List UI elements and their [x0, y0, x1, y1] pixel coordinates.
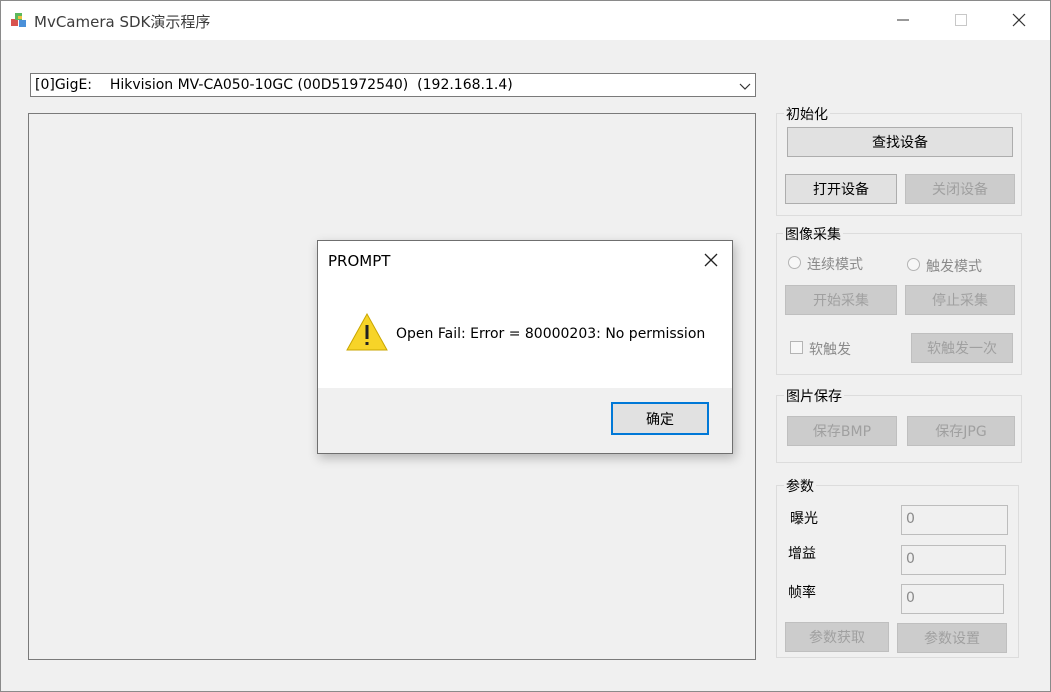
- capture-group: 图像采集 连续模式 触发模式 开始采集 停止采集 软触发 软触发一次: [776, 224, 1022, 375]
- maximize-icon: [955, 14, 967, 26]
- minimize-icon: [897, 19, 909, 21]
- warning-icon: [346, 312, 388, 351]
- save-jpg-button[interactable]: 保存JPG: [907, 416, 1015, 446]
- device-select[interactable]: [0]GigE: Hikvision MV-CA050-10GC (00D519…: [30, 73, 756, 97]
- params-group: 参数 曝光 0 增益 0 帧率 0 参数获取 参数设置: [776, 476, 1019, 658]
- soft-trigger-once-button[interactable]: 软触发一次: [911, 333, 1013, 363]
- close-icon: [704, 253, 718, 267]
- title-bar: MvCamera SDK演示程序: [0, 0, 1051, 40]
- init-group: 初始化 查找设备 打开设备 关闭设备: [776, 104, 1022, 216]
- minimize-button[interactable]: [880, 0, 926, 40]
- get-params-button[interactable]: 参数获取: [785, 622, 889, 652]
- exposure-label: 曝光: [790, 511, 818, 527]
- dialog-title: PROMPT: [328, 252, 391, 270]
- soft-trigger-checkbox[interactable]: [790, 341, 803, 354]
- maximize-button[interactable]: [938, 0, 984, 40]
- open-device-button[interactable]: 打开设备: [785, 174, 897, 204]
- continuous-mode-label: 连续模式: [807, 257, 863, 273]
- framerate-field[interactable]: 0: [901, 584, 1004, 614]
- stop-capture-button[interactable]: 停止采集: [905, 285, 1015, 315]
- init-group-title: 初始化: [784, 104, 830, 124]
- dialog-close-button[interactable]: [700, 249, 722, 271]
- soft-trigger-label: 软触发: [809, 342, 851, 358]
- exposure-field[interactable]: 0: [901, 505, 1008, 535]
- ok-button[interactable]: 确定: [611, 402, 709, 435]
- save-bmp-button[interactable]: 保存BMP: [787, 416, 897, 446]
- save-group-title: 图片保存: [784, 386, 844, 406]
- close-icon: [1012, 13, 1026, 27]
- device-select-value: [0]GigE: Hikvision MV-CA050-10GC (00D519…: [35, 77, 513, 93]
- find-device-button[interactable]: 查找设备: [787, 127, 1013, 157]
- framerate-label: 帧率: [788, 585, 816, 601]
- close-device-button[interactable]: 关闭设备: [905, 174, 1015, 204]
- capture-group-title: 图像采集: [783, 224, 843, 244]
- save-group: 图片保存 保存BMP 保存JPG: [776, 386, 1022, 463]
- gain-label: 增益: [788, 546, 816, 562]
- prompt-dialog: PROMPT Open Fail: Error = 80000203: No p…: [317, 240, 733, 454]
- params-group-title: 参数: [784, 476, 816, 496]
- camera-cubes-icon: [9, 10, 29, 30]
- window-close-button[interactable]: [996, 0, 1042, 40]
- gain-field[interactable]: 0: [901, 545, 1006, 575]
- window-title: MvCamera SDK演示程序: [34, 13, 211, 31]
- trigger-mode-label: 触发模式: [926, 259, 982, 275]
- chevron-down-icon[interactable]: [739, 80, 751, 90]
- start-capture-button[interactable]: 开始采集: [785, 285, 897, 315]
- dialog-message: Open Fail: Error = 80000203: No permissi…: [396, 326, 706, 342]
- set-params-button[interactable]: 参数设置: [897, 623, 1007, 653]
- continuous-mode-radio[interactable]: [788, 256, 801, 269]
- trigger-mode-radio[interactable]: [907, 258, 920, 271]
